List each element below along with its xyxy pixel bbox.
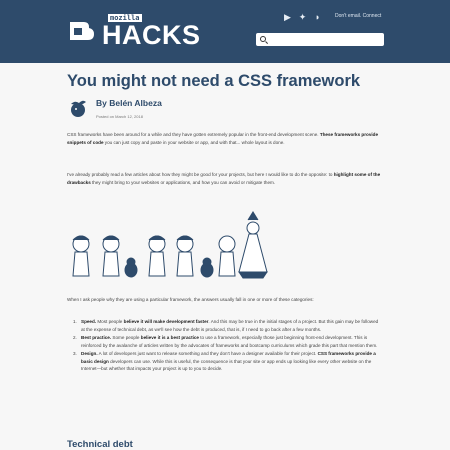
p2-text-a: I've already probably read a few article… bbox=[67, 172, 334, 177]
list-text: Most people bbox=[96, 319, 124, 324]
twitter-icon[interactable]: ✦ bbox=[298, 12, 307, 22]
rss-icon[interactable]: ◗ bbox=[313, 12, 322, 22]
p1-text-a: CSS frameworks have been around for a wh… bbox=[67, 132, 320, 137]
search-input[interactable] bbox=[256, 33, 384, 46]
page-title: You might not need a CSS framework bbox=[67, 72, 361, 90]
post-date: Posted on March 12, 2018 bbox=[96, 114, 143, 119]
p2-text-c: they might bring to your websites or app… bbox=[90, 179, 276, 185]
list-number: 2. bbox=[73, 334, 77, 340]
social-links: ▶ ✦ ◗ bbox=[283, 12, 322, 22]
list-text: Some people bbox=[111, 334, 141, 340]
list-bold: Best practice. bbox=[81, 334, 112, 340]
list-bold2: believe it is a best practice bbox=[140, 334, 199, 340]
cat-1 bbox=[124, 257, 138, 278]
list-bold2: believe it will make development faster bbox=[123, 319, 209, 324]
list-item: 1. Speed. Most people believe it will mak… bbox=[73, 318, 383, 334]
brand-title[interactable]: HACKS bbox=[102, 22, 201, 49]
list-number: 1. bbox=[73, 319, 77, 324]
reasons-list: 1. Speed. Most people believe it will mak… bbox=[73, 318, 383, 373]
figure-2 bbox=[102, 235, 120, 277]
list-item: 2. Best practice. Some people believe it … bbox=[73, 334, 383, 350]
list-item: 3. Design. A lot of developers just want … bbox=[73, 350, 383, 374]
author-name[interactable]: By Belén Albeza bbox=[96, 98, 162, 108]
figure-3 bbox=[148, 235, 166, 277]
figure-5 bbox=[218, 235, 236, 277]
list-bold: Design. bbox=[81, 350, 98, 356]
paragraph-drawbacks: I've already probably read a few article… bbox=[67, 171, 383, 187]
list-text-rest: developers can use. While this is useful… bbox=[81, 358, 372, 372]
search-icon bbox=[260, 36, 266, 42]
author-avatar bbox=[71, 100, 86, 117]
list-text: A lot of developers just want to release… bbox=[97, 350, 318, 356]
framework-illustration bbox=[72, 211, 268, 279]
list-number: 3. bbox=[73, 350, 77, 356]
paragraph-reasons: When I ask people why they are using a p… bbox=[67, 297, 314, 302]
figure-1 bbox=[72, 235, 90, 277]
p1-text-c: you can just copy and paste in your webs… bbox=[103, 139, 285, 145]
figure-4 bbox=[176, 235, 194, 277]
list-bold: Speed. bbox=[81, 319, 97, 324]
paragraph-intro: CSS frameworks have been around for a wh… bbox=[67, 131, 383, 147]
header-link[interactable]: Don't email. Connect bbox=[335, 13, 381, 19]
hacks-logo-icon[interactable] bbox=[67, 20, 97, 44]
site-header: mozilla HACKS ▶ ✦ ◗ Don't email. Connect bbox=[0, 0, 450, 63]
figure-6-dress bbox=[238, 211, 268, 279]
section-heading: Technical debt bbox=[67, 439, 133, 450]
cat-2 bbox=[200, 257, 214, 278]
youtube-icon[interactable]: ▶ bbox=[283, 12, 292, 22]
